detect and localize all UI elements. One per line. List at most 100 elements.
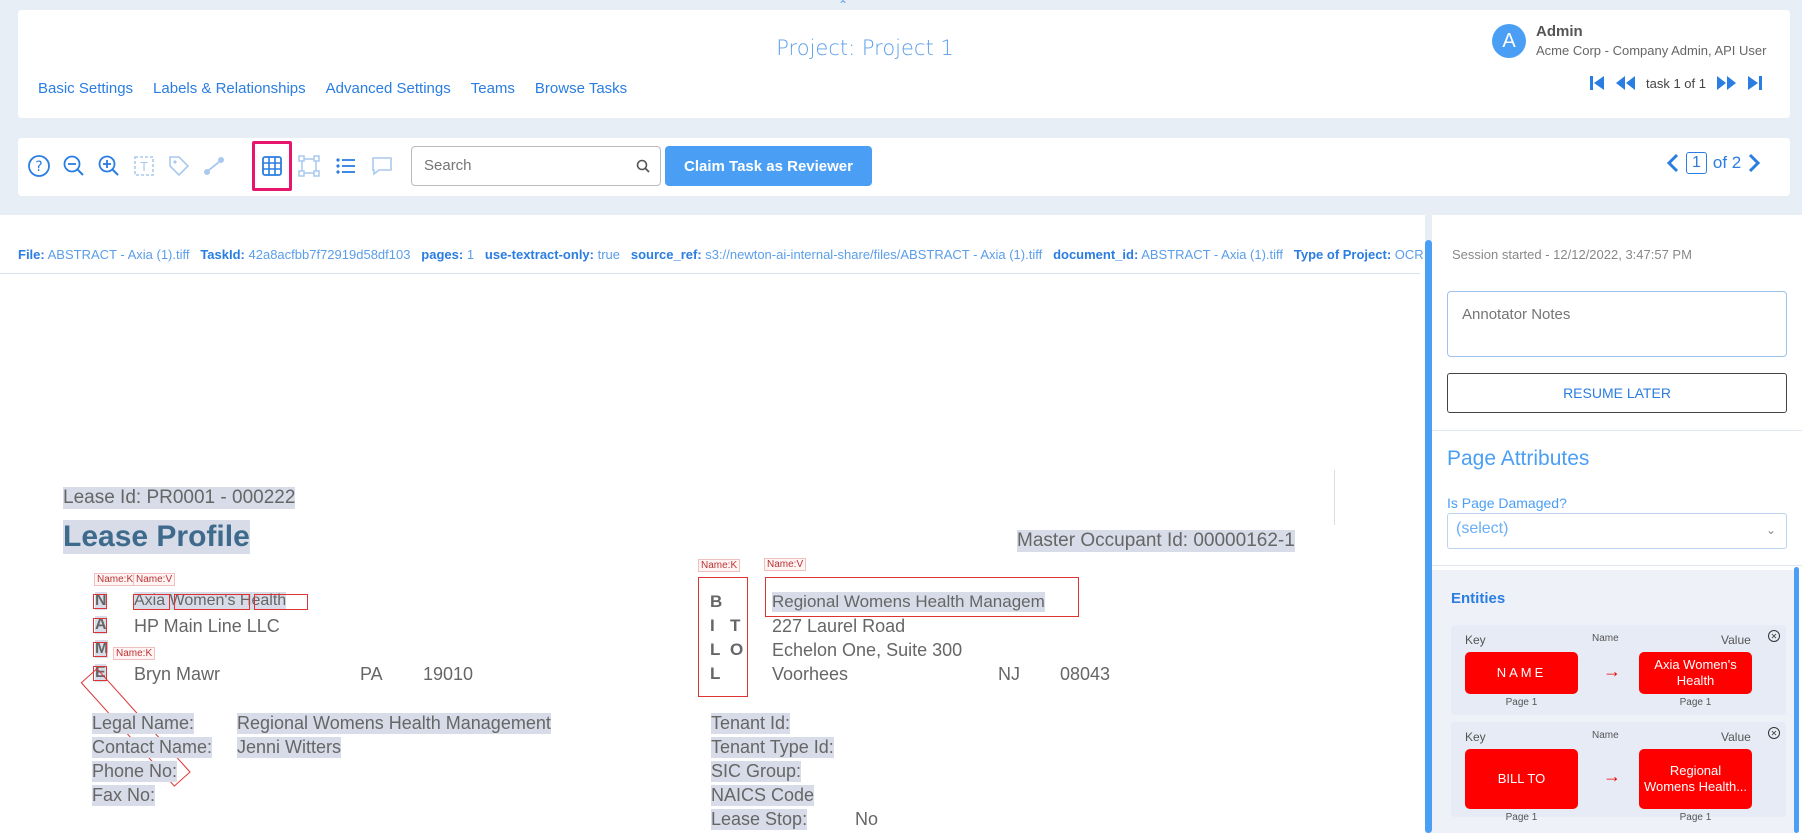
meta-value-type: OCR: [1394, 247, 1424, 262]
field-label: NAICS Code: [711, 785, 815, 806]
meta-key-textract: use-textract-only:: [484, 247, 594, 262]
text-select-icon[interactable]: T: [130, 152, 158, 180]
entities-title: Entities: [1451, 590, 1506, 607]
search-icon[interactable]: [636, 159, 650, 173]
bill-letter: O: [730, 640, 744, 659]
page-total: of 2: [1712, 153, 1742, 172]
last-task-icon[interactable]: [1746, 74, 1764, 92]
label-tag[interactable]: Name:K: [698, 559, 741, 572]
prev-page-icon[interactable]: [1666, 153, 1680, 173]
first-task-icon[interactable]: [1588, 74, 1606, 92]
meta-value-taskid: 42a8acfbb7f72919d58df103: [248, 247, 411, 262]
meta-key-file: File:: [18, 247, 45, 262]
entity-card[interactable]: Key Name Value ✕ BILL TO → Regional Wome…: [1451, 722, 1786, 823]
annotation-box[interactable]: [254, 594, 308, 610]
claim-task-button[interactable]: Claim Task as Reviewer: [665, 146, 872, 186]
lease-id-line: Lease Id: PR0001 - 000222: [63, 487, 296, 509]
remove-entity-icon[interactable]: ✕: [1768, 727, 1780, 739]
bounding-box-icon[interactable]: [295, 152, 323, 180]
bill-state: NJ: [998, 664, 1020, 684]
entity-key-pill[interactable]: NAME: [1465, 652, 1578, 694]
meta-key-taskid: TaskId:: [200, 247, 245, 262]
annotation-box[interactable]: [93, 642, 107, 657]
annotation-toolbar: ? T Claim Task as Reviewer 1 of 2: [18, 138, 1790, 196]
label-tag[interactable]: Name:V: [133, 573, 176, 586]
svg-text:T: T: [139, 160, 148, 174]
arrow-right-icon: →: [1603, 766, 1621, 786]
document-scrollbar[interactable]: [1425, 240, 1432, 833]
nav-browse-tasks[interactable]: Browse Tasks: [535, 80, 627, 97]
label-tag[interactable]: Name:K: [113, 647, 156, 660]
task-navigator: task 1 of 1: [1588, 74, 1764, 92]
resume-later-button[interactable]: RESUME LATER: [1447, 373, 1787, 413]
annotation-box[interactable]: [133, 594, 170, 610]
entity-value-pill[interactable]: Regional Womens Health...: [1639, 749, 1752, 809]
project-title: Project: Project 1: [776, 36, 954, 60]
bill-line: Voorhees: [772, 664, 849, 684]
arrow-right-icon: →: [1603, 661, 1621, 681]
nav-labels-relationships[interactable]: Labels & Relationships: [153, 80, 306, 97]
annotator-notes-field[interactable]: [1447, 291, 1787, 357]
next-page-icon[interactable]: [1747, 153, 1761, 173]
lease-profile-title: Lease Profile: [63, 520, 250, 554]
zoom-out-icon[interactable]: [60, 152, 88, 180]
relation-icon[interactable]: [200, 152, 228, 180]
entities-panel: Entities Key Name Value ✕ NAME → Axia Wo…: [1432, 570, 1797, 833]
entity-key-pill[interactable]: BILL TO: [1465, 749, 1578, 809]
annotation-box[interactable]: [93, 618, 107, 633]
label-tag[interactable]: Name:V: [764, 558, 807, 571]
bill-line: Echelon One, Suite 300: [772, 640, 963, 660]
meta-value-file: ABSTRACT - Axia (1).tiff: [47, 247, 190, 262]
entities-scrollbar[interactable]: [1794, 567, 1799, 833]
field-value: Regional Womens Health Management: [237, 713, 551, 734]
user-role: Acme Corp - Company Admin, API User: [1536, 42, 1767, 58]
search-input[interactable]: [424, 157, 624, 174]
meta-value-pages: 1: [466, 247, 475, 262]
prev-task-icon[interactable]: [1614, 74, 1638, 92]
entity-value-pill[interactable]: Axia Women's Health: [1639, 652, 1752, 694]
list-icon[interactable]: [332, 152, 360, 180]
nav-basic-settings[interactable]: Basic Settings: [38, 80, 133, 97]
task-counter: task 1 of 1: [1646, 75, 1706, 91]
page-edge: [1334, 470, 1335, 525]
page-attributes-title: Page Attributes: [1447, 447, 1590, 470]
annotation-box[interactable]: [93, 594, 107, 609]
bill-zip: 08043: [1060, 664, 1111, 684]
svg-text:?: ?: [35, 159, 42, 175]
project-nav: Basic Settings Labels & Relationships Ad…: [38, 80, 627, 97]
field-label: SIC Group:: [711, 761, 802, 782]
entity-card[interactable]: Key Name Value ✕ NAME → Axia Women's Hea…: [1451, 625, 1786, 715]
comment-icon[interactable]: [368, 152, 396, 180]
document-viewer[interactable]: File: ABSTRACT - Axia (1).tiff TaskId: 4…: [0, 215, 1425, 833]
meta-value-textract: true: [597, 247, 621, 262]
nav-teams[interactable]: Teams: [471, 80, 515, 97]
user-menu[interactable]: A Admin Acme Corp - Company Admin, API U…: [1492, 22, 1766, 58]
project-header: Project: Project 1 A Admin Acme Corp - C…: [18, 10, 1790, 118]
entity-value-header: Value: [1721, 730, 1751, 744]
field-label: Tenant Id:: [711, 713, 791, 734]
bill-line: 227 Laurel Road: [772, 616, 906, 636]
name-zip: 19010: [423, 664, 474, 684]
zoom-in-icon[interactable]: [95, 152, 123, 180]
divider: [1432, 430, 1802, 431]
annotation-box-bill-to-key[interactable]: [698, 577, 748, 697]
bill-letter: L: [710, 664, 721, 683]
field-label: Lease Stop:: [711, 809, 808, 830]
avatar[interactable]: A: [1492, 24, 1526, 58]
search-field: [411, 146, 661, 186]
meta-value-source: s3://newton-ai-internal-share/files/ABST…: [705, 247, 1043, 262]
nav-advanced-settings[interactable]: Advanced Settings: [326, 80, 451, 97]
master-occupant-line: Master Occupant Id: 00000162-1: [1017, 530, 1295, 552]
bill-letter: B: [710, 592, 723, 611]
user-name: Admin: [1536, 22, 1583, 40]
tag-icon[interactable]: [165, 152, 193, 180]
remove-entity-icon[interactable]: ✕: [1768, 630, 1780, 642]
annotation-box[interactable]: [174, 594, 250, 610]
page-number-input[interactable]: 1: [1686, 152, 1707, 174]
label-tag[interactable]: Name:K: [94, 573, 137, 586]
page-damaged-select[interactable]: (select) ⌄: [1447, 513, 1787, 549]
divider: [0, 273, 1420, 274]
next-task-icon[interactable]: [1714, 74, 1738, 92]
table-icon[interactable]: [258, 152, 286, 180]
help-icon[interactable]: ?: [25, 152, 53, 180]
